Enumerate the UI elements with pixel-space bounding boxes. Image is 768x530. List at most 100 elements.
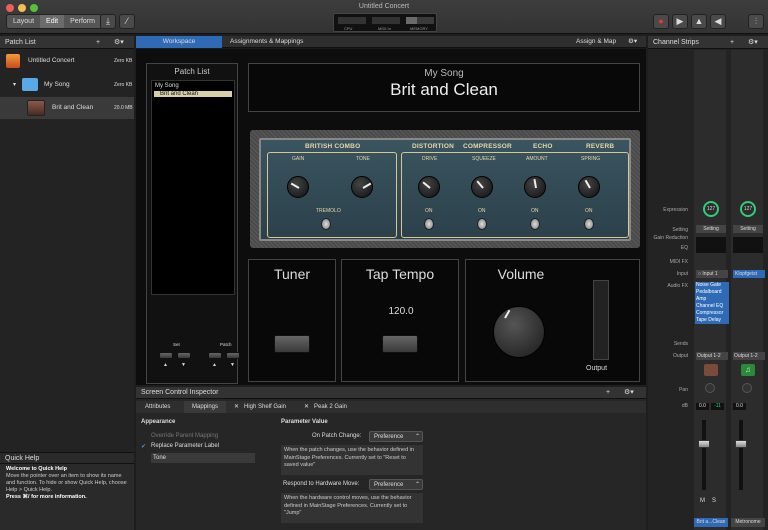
- tab-peak-2-gain[interactable]: Peak 2 Gain: [314, 401, 347, 413]
- strip2-fader[interactable]: [735, 440, 747, 448]
- amp-panel: BRITISH COMBO DISTORTION COMPRESSOR ECHO…: [250, 130, 640, 248]
- disclosure-triangle-icon[interactable]: ▾: [13, 74, 16, 96]
- on-patch-change-select[interactable]: Preference ⌃: [369, 431, 423, 442]
- gain-label: GAIN: [292, 156, 305, 162]
- gear-icon[interactable]: ⚙▾: [748, 36, 758, 49]
- close-icon[interactable]: ✕: [304, 401, 309, 413]
- gear-icon[interactable]: ⚙▾: [114, 36, 124, 49]
- on-patch-change-label: On Patch Change:: [312, 433, 362, 439]
- fx-slot[interactable]: Noise Gate: [695, 282, 729, 289]
- layout-mode-button[interactable]: Layout: [7, 15, 41, 28]
- list-item[interactable]: ▾ My Song Zero KB: [0, 74, 134, 96]
- close-icon[interactable]: ✕: [234, 401, 239, 413]
- strip1-eq-display[interactable]: [696, 237, 726, 253]
- patch-prev-button[interactable]: [208, 352, 222, 359]
- label-text-field[interactable]: Tone: [151, 453, 255, 463]
- patch-list-widget-title: Patch List: [174, 67, 210, 76]
- patch-list-widget-patch[interactable]: Brit and Clean: [154, 91, 232, 97]
- strip2-expression-knob[interactable]: 127: [740, 201, 756, 217]
- gear-icon[interactable]: ⚙▾: [620, 36, 645, 48]
- override-checkbox-label[interactable]: Override Parent Mapping: [151, 433, 218, 439]
- combo-section: [267, 152, 397, 238]
- spring-knob[interactable]: [578, 176, 600, 198]
- fx-slot[interactable]: Pedalboard: [695, 289, 729, 296]
- echo-switch[interactable]: [530, 218, 540, 230]
- record-icon[interactable]: ●: [653, 14, 669, 29]
- strip2-eq-display[interactable]: [733, 237, 763, 253]
- add-strip-icon[interactable]: +: [730, 36, 734, 49]
- gain-reduction-label: Gain Reduction: [653, 235, 688, 241]
- tone-knob[interactable]: [351, 176, 373, 198]
- pan-label: Pan: [679, 387, 688, 393]
- patch-header-display: My Song Brit and Clean: [248, 63, 640, 112]
- perform-mode-button[interactable]: Perform: [64, 15, 101, 28]
- concert-name: Untitled Concert: [28, 57, 75, 64]
- squeeze-knob[interactable]: [471, 176, 493, 198]
- strip2-input-slot[interactable]: Klopfgeist: [733, 270, 765, 278]
- strip2-name[interactable]: Metronome: [731, 518, 765, 527]
- mixer-icon[interactable]: ⫶: [748, 14, 764, 29]
- tab-high-shelf-gain[interactable]: High Shelf Gain: [244, 401, 286, 413]
- gain-knob[interactable]: [287, 176, 309, 198]
- respond-hardware-label: Respond to Hardware Move:: [283, 481, 360, 487]
- tab-workspace[interactable]: Workspace: [136, 36, 222, 48]
- patch-label: Patch: [220, 342, 232, 347]
- tuning-fork-icon[interactable]: ⁄: [119, 14, 135, 29]
- amount-knob[interactable]: [524, 176, 546, 198]
- reverb-switch[interactable]: [584, 218, 594, 230]
- strip1-fader[interactable]: [698, 440, 710, 448]
- workspace-canvas: Patch List My Song Brit and Clean Set Pa…: [136, 49, 646, 385]
- compressor-switch[interactable]: [477, 218, 487, 230]
- speaker-icon[interactable]: ◀: [710, 14, 726, 29]
- respond-hardware-select[interactable]: Preference ⌃: [369, 479, 423, 490]
- gear-icon[interactable]: ⚙▾: [624, 387, 634, 399]
- set-up-icon: ▲: [163, 362, 168, 368]
- tap-tempo-button[interactable]: [382, 335, 418, 353]
- volume-knob[interactable]: [493, 306, 545, 358]
- tab-attributes[interactable]: Attributes: [145, 401, 170, 413]
- strip1-mute-button[interactable]: M: [700, 498, 705, 504]
- strip1-output-slot[interactable]: Output 1-2: [696, 352, 728, 360]
- distortion-switch[interactable]: [424, 218, 434, 230]
- strip2-output-slot[interactable]: Output 1-2: [733, 352, 765, 360]
- tab-bar: Workspace Assignments & Mappings Assign …: [136, 36, 646, 48]
- add-patch-icon[interactable]: +: [96, 36, 100, 49]
- patch-next-button[interactable]: [226, 352, 240, 359]
- patch-size: 20.0 MB: [114, 105, 133, 111]
- drive-knob[interactable]: [418, 176, 440, 198]
- strip1-pan-knob[interactable]: [705, 383, 715, 393]
- patch-list-widget-song[interactable]: My Song: [152, 81, 234, 91]
- tab-assignments[interactable]: Assignments & Mappings: [222, 36, 311, 48]
- list-item[interactable]: Brit and Clean 20.0 MB: [0, 97, 134, 119]
- strip1-input-icon: ○: [698, 271, 702, 277]
- play-icon[interactable]: ▶: [672, 14, 688, 29]
- assign-map-button[interactable]: Assign & Map: [568, 36, 624, 48]
- tremolo-switch[interactable]: [321, 218, 331, 230]
- fx-slot[interactable]: Compressor: [695, 310, 729, 317]
- set-prev-button[interactable]: [159, 352, 173, 359]
- patch-list-widget-list: My Song Brit and Clean: [151, 80, 235, 295]
- main-area: Workspace Assignments & Mappings Assign …: [136, 36, 646, 385]
- metronome-icon[interactable]: ▲: [691, 14, 707, 29]
- strip1-solo-button[interactable]: S: [712, 498, 716, 504]
- fx-slot[interactable]: Amp: [695, 296, 729, 303]
- strip1-name[interactable]: Brit a...Clean: [694, 518, 728, 527]
- edit-mode-button[interactable]: Edit: [40, 15, 65, 28]
- fx-slot[interactable]: Channel EQ: [695, 303, 729, 310]
- strip2-setting-button[interactable]: Setting: [733, 225, 763, 233]
- replace-label-checkbox[interactable]: Replace Parameter Label: [151, 443, 219, 449]
- list-item[interactable]: Untitled Concert Zero KB: [0, 50, 134, 72]
- strip1-expression-knob[interactable]: 127: [703, 201, 719, 217]
- tab-mappings[interactable]: Mappings: [184, 401, 227, 413]
- check-icon[interactable]: ✔: [141, 443, 146, 450]
- fx-slot[interactable]: Tape Delay: [695, 317, 729, 324]
- set-next-button[interactable]: [177, 352, 191, 359]
- download-icon[interactable]: ⤓: [100, 14, 116, 29]
- output-label: Output: [672, 353, 688, 359]
- tuner-button[interactable]: [274, 335, 310, 353]
- strip2-volume-db: 0.0: [733, 403, 746, 410]
- strip2-pan-knob[interactable]: [742, 383, 752, 393]
- strip1-setting-button[interactable]: Setting: [696, 225, 726, 233]
- strip1-input-slot[interactable]: ○ Input 1: [696, 270, 728, 278]
- add-icon[interactable]: +: [606, 387, 610, 399]
